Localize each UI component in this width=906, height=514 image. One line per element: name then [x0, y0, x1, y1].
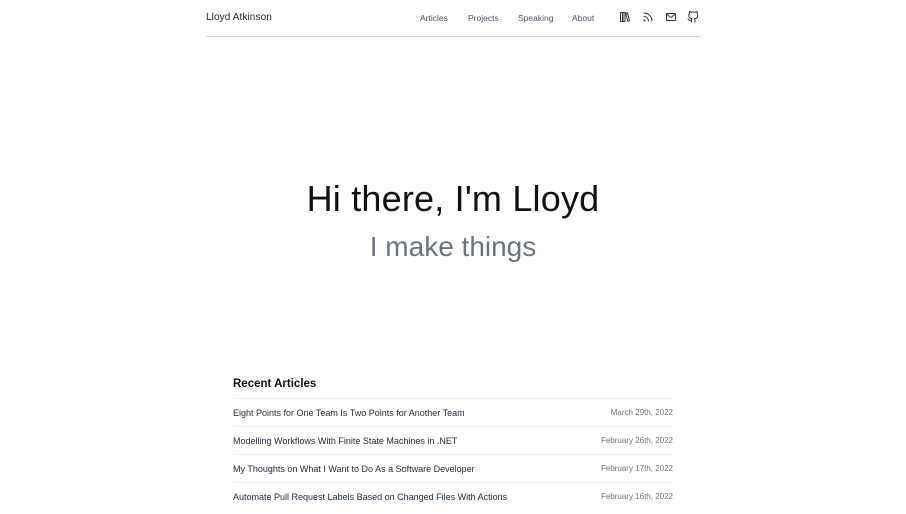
- article-date: February 16th, 2022: [600, 492, 673, 501]
- nav-link-speaking[interactable]: Speaking: [518, 13, 553, 23]
- hero-title: Hi there, I'm Lloyd: [306, 178, 600, 219]
- github-icon[interactable]: [687, 11, 699, 23]
- nav-link-about[interactable]: About: [572, 13, 594, 23]
- mail-icon[interactable]: [665, 11, 677, 23]
- article-link[interactable]: Modelling Workflows With Finite State Ma…: [233, 436, 457, 446]
- article-date: February 17th, 2022: [600, 464, 673, 473]
- article-link[interactable]: My Thoughts on What I Want to Do As a So…: [233, 464, 475, 474]
- nav-link-articles[interactable]: Articles: [420, 13, 448, 23]
- article-link[interactable]: Eight Points for One Team Is Two Points …: [233, 408, 465, 418]
- rss-icon[interactable]: [642, 11, 654, 23]
- site-header: Lloyd Atkinson Articles Projects Speakin…: [206, 0, 700, 37]
- books-icon[interactable]: [619, 11, 631, 23]
- recent-articles-section: Recent Articles Eight Points for One Tea…: [233, 378, 673, 510]
- article-row: Eight Points for One Team Is Two Points …: [233, 398, 673, 426]
- article-link[interactable]: Automate Pull Request Labels Based on Ch…: [233, 492, 507, 502]
- recent-articles-heading: Recent Articles: [233, 378, 317, 390]
- nav-link-projects[interactable]: Projects: [468, 13, 499, 23]
- article-row: Modelling Workflows With Finite State Ma…: [233, 426, 673, 454]
- article-date: February 26th, 2022: [600, 436, 673, 445]
- hero-subtitle: I make things: [369, 231, 537, 262]
- article-row: Automate Pull Request Labels Based on Ch…: [233, 482, 673, 510]
- article-row: My Thoughts on What I Want to Do As a So…: [233, 454, 673, 482]
- site-brand-link[interactable]: Lloyd Atkinson: [206, 12, 272, 23]
- article-date: March 29th, 2022: [610, 408, 673, 417]
